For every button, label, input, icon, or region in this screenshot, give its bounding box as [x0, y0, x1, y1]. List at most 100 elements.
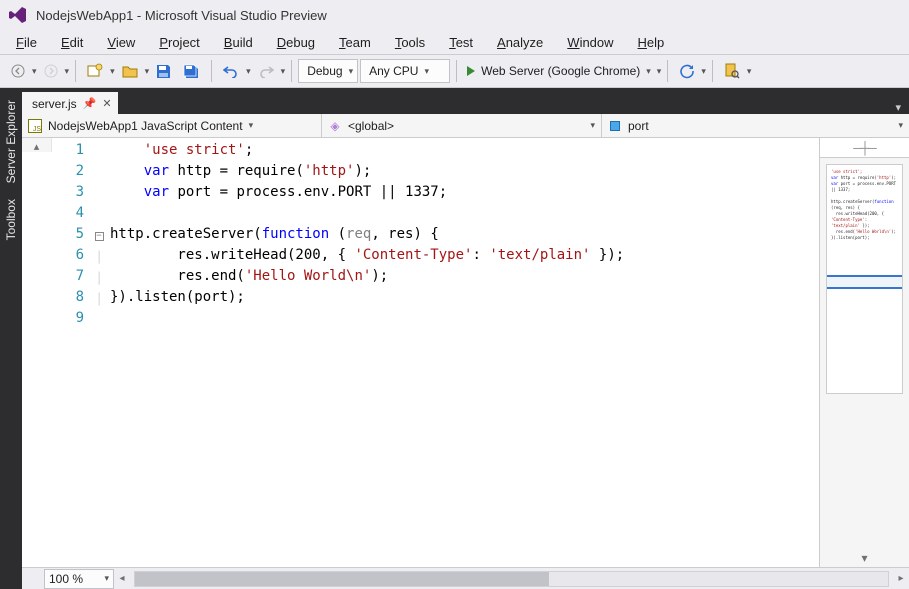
chevron-down-icon[interactable]: ▾	[701, 66, 706, 77]
chevron-down-icon[interactable]: ▾	[246, 66, 251, 77]
play-icon	[467, 66, 475, 76]
menu-tools[interactable]: Tools	[385, 32, 435, 53]
line-number: 6	[52, 247, 84, 268]
menu-help[interactable]: Help	[628, 32, 675, 53]
chevron-down-icon: ▾	[590, 120, 595, 131]
menu-analyze[interactable]: Analyze	[487, 32, 553, 53]
close-icon[interactable]: ✕	[102, 97, 111, 110]
separator	[211, 60, 212, 82]
hscroll-left-arrow[interactable]: ◂	[114, 571, 130, 587]
line-number: 8	[52, 289, 84, 310]
chevron-down-icon: ▾	[249, 120, 254, 131]
chevron-down-icon[interactable]: ▾	[32, 66, 37, 77]
chevron-down-icon[interactable]: ▾	[65, 66, 70, 77]
browser-refresh-button[interactable]	[674, 59, 699, 83]
horizontal-scrollbar[interactable]	[134, 571, 889, 587]
line-number: 1	[52, 142, 84, 163]
chevron-down-icon[interactable]: ▾	[281, 66, 286, 77]
split-handle[interactable]	[820, 138, 909, 158]
code-text-view[interactable]: 'use strict'; var http = require('http')…	[106, 138, 819, 567]
code-line[interactable]: }).listen(port);	[110, 289, 819, 310]
split-handle-icon	[853, 141, 876, 155]
nav-container-dropdown[interactable]: ◈ <global> ▾	[322, 114, 602, 137]
run-target-label: Web Server (Google Chrome)	[481, 64, 640, 78]
minimap-viewport[interactable]	[827, 275, 902, 289]
code-line[interactable]: res.writeHead(200, { 'Content-Type': 'te…	[110, 247, 819, 268]
menu-test[interactable]: Test	[439, 32, 483, 53]
title-bar: NodejsWebApp1 - Microsoft Visual Studio …	[0, 0, 909, 30]
save-all-button[interactable]	[178, 59, 205, 83]
menu-window[interactable]: Window	[557, 32, 623, 53]
scroll-up-arrow[interactable]: ▴	[34, 140, 40, 153]
code-line[interactable]: var http = require('http');	[110, 163, 819, 184]
menu-team[interactable]: Team	[329, 32, 381, 53]
solution-platform-dropdown[interactable]: Any CPU ▾	[360, 59, 450, 83]
separator	[712, 60, 713, 82]
new-project-button[interactable]	[82, 59, 108, 83]
fold-cell	[92, 205, 106, 226]
fold-toggle[interactable]: −	[95, 232, 104, 241]
menu-view[interactable]: View	[97, 32, 145, 53]
scroll-down-arrow[interactable]: ▾	[820, 549, 909, 567]
vertical-scroll-region: 'use strict'; var http = require('http')…	[819, 138, 909, 567]
line-number: 7	[52, 268, 84, 289]
minimap[interactable]: 'use strict'; var http = require('http')…	[826, 164, 903, 394]
chevron-down-icon[interactable]: ▾	[145, 66, 150, 77]
fold-cell	[92, 184, 106, 205]
document-tab-well: server.js 📌 ✕ ▾	[22, 88, 909, 114]
hscroll-thumb[interactable]	[135, 572, 549, 586]
separator	[456, 60, 457, 82]
menu-debug[interactable]: Debug	[267, 32, 325, 53]
scrollbar-track[interactable]	[820, 400, 909, 549]
side-tab-toolbox[interactable]: Toolbox	[2, 191, 20, 248]
code-line[interactable]: var port = process.env.PORT || 1337;	[110, 184, 819, 205]
nav-scope-dropdown[interactable]: NodejsWebApp1 JavaScript Content ▾	[22, 114, 322, 137]
code-line[interactable]: 'use strict';	[110, 142, 819, 163]
open-file-button[interactable]	[117, 59, 143, 83]
nav-container-label: <global>	[348, 119, 394, 133]
chevron-down-icon[interactable]: ▾	[747, 66, 752, 77]
fold-cell	[92, 163, 106, 184]
nav-back-button[interactable]	[6, 59, 30, 83]
chevron-down-icon[interactable]: ▾	[657, 66, 662, 77]
menu-file[interactable]: File	[6, 32, 47, 53]
line-number: 3	[52, 184, 84, 205]
menu-build[interactable]: Build	[214, 32, 263, 53]
menu-edit[interactable]: Edit	[51, 32, 93, 53]
code-editor[interactable]: ▴ 123456789 −│││ 'use strict'; var http …	[22, 138, 909, 567]
nav-member-dropdown[interactable]: port ▾	[602, 114, 909, 137]
pin-icon[interactable]: 📌	[83, 97, 97, 110]
chevron-down-icon: ▾	[898, 120, 903, 131]
vs-logo-icon	[8, 5, 28, 25]
hscroll-right-arrow[interactable]: ▸	[893, 571, 909, 587]
document-tab-serverjs[interactable]: server.js 📌 ✕	[22, 92, 118, 114]
start-debugging-button[interactable]: Web Server (Google Chrome) ▾	[463, 59, 657, 83]
chevron-down-icon: ▾	[104, 573, 109, 584]
code-line[interactable]: http.createServer(function (req, res) {	[110, 226, 819, 247]
line-number: 5	[52, 226, 84, 247]
menu-bar: FileEditViewProjectBuildDebugTeamToolsTe…	[0, 30, 909, 54]
zoom-dropdown[interactable]: 100 % ▾	[44, 569, 114, 589]
fold-cell: │	[92, 247, 106, 268]
tab-overflow-button[interactable]: ▾	[887, 101, 909, 114]
undo-button[interactable]	[218, 59, 244, 83]
side-tab-server-explorer[interactable]: Server Explorer	[2, 92, 20, 191]
chevron-down-icon[interactable]: ▾	[110, 66, 115, 77]
nav-forward-button[interactable]	[39, 59, 63, 83]
fold-cell: │	[92, 268, 106, 289]
save-button[interactable]	[151, 59, 176, 83]
redo-button[interactable]	[253, 59, 279, 83]
platform-label: Any CPU	[369, 64, 418, 78]
code-line[interactable]: res.end('Hello World\n');	[110, 268, 819, 289]
menu-project[interactable]: Project	[149, 32, 209, 53]
solution-config-dropdown[interactable]: Debug ▾	[298, 59, 358, 83]
line-number: 4	[52, 205, 84, 226]
editor-area: server.js 📌 ✕ ▾ NodejsWebApp1 JavaScript…	[22, 88, 909, 589]
nav-scope-label: NodejsWebApp1 JavaScript Content	[48, 119, 243, 133]
find-in-files-button[interactable]	[719, 59, 745, 83]
code-line[interactable]	[110, 205, 819, 226]
code-line[interactable]	[110, 310, 819, 331]
chevron-down-icon: ▾	[646, 66, 651, 77]
chevron-down-icon: ▾	[424, 66, 429, 77]
margin-indicator-col: ▴	[22, 138, 52, 152]
